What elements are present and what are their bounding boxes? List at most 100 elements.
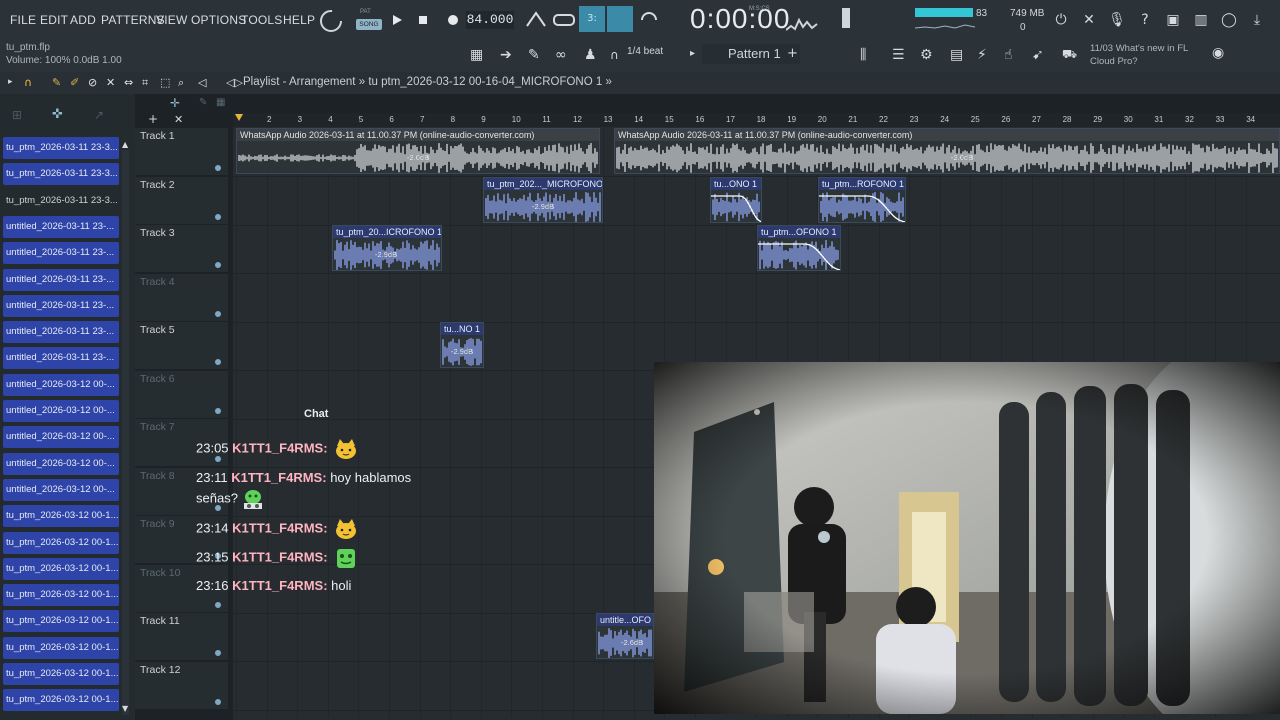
track-mute-dot[interactable] [215, 165, 221, 171]
brush-tool-icon[interactable]: ✐ [70, 76, 79, 89]
browser-item[interactable]: tu_ptm_2026-03-11 23-3... [3, 190, 119, 212]
magnet-snap-icon[interactable]: ∩ [24, 76, 32, 89]
mute-tool-icon[interactable]: ✕ [106, 76, 115, 89]
touch-icon[interactable]: ☝ [1004, 47, 1013, 63]
audio-clip[interactable]: WhatsApp Audio 2026-03-11 at 11.00.37 PM… [614, 128, 1280, 174]
track-header[interactable]: Track 3 [135, 225, 228, 273]
menu-file[interactable]: FILE [10, 13, 36, 27]
chat-bubble-icon[interactable]: ◯ [1220, 11, 1238, 29]
browser-item[interactable]: untitled_2026-03-12 00-... [3, 373, 119, 396]
browser-item[interactable]: untitled_2026-03-11 23-... [3, 242, 119, 265]
loop-record-icon[interactable] [639, 12, 659, 28]
play-icon[interactable] [391, 14, 403, 26]
browser-item[interactable]: untitled_2026-03-11 23-... [3, 268, 119, 291]
track-mute-dot[interactable] [215, 407, 221, 414]
mixer-icon[interactable]: ⫼ [860, 47, 866, 63]
browser-item[interactable]: tu_ptm_2026-03-11 23-3... [3, 137, 119, 159]
wait-input-icon[interactable] [553, 12, 575, 28]
browser-item[interactable]: untitled_2026-03-11 23-... [3, 321, 119, 344]
track-mute-dot[interactable] [215, 698, 221, 705]
plugin-icon[interactable]: ▥ [1192, 11, 1210, 29]
plugin-picker-icon[interactable]: ⚙ [920, 47, 933, 63]
browser-scrollbar[interactable] [122, 150, 129, 715]
browser-item[interactable]: tu_ptm_2026-03-12 00-1... [3, 636, 119, 659]
track-header[interactable]: Track 4 [135, 273, 228, 322]
browser-item[interactable]: tu_ptm_2026-03-12 00-1... [3, 610, 119, 633]
browser-item[interactable]: tu_ptm_2026-03-12 00-1... [3, 531, 119, 554]
track-mute-dot[interactable] [215, 310, 221, 317]
select-tool-icon[interactable]: ⬚ [160, 76, 170, 89]
stop-icon[interactable] [418, 15, 428, 25]
menu-options[interactable]: OPTIONS [191, 13, 246, 27]
step-edit-icon[interactable] [607, 6, 633, 32]
track-mute-dot[interactable] [215, 213, 221, 220]
browser-item[interactable]: untitled_2026-03-12 00-... [3, 426, 119, 449]
zoom-tool-icon[interactable]: ⌕ [178, 76, 184, 90]
pencil-tool-icon[interactable]: ✎ [52, 76, 61, 89]
breadcrumb-clip[interactable]: ptm_2026-03-12 00-16-04_MICROFONO 1 [381, 76, 602, 88]
browser-item[interactable]: untitled_2026-03-11 23-... [3, 294, 119, 317]
track-header[interactable]: Track 6 [135, 370, 228, 419]
scroll-down-icon[interactable]: ▼ [122, 704, 128, 713]
pattern-selector[interactable]: Pattern 1 [702, 44, 800, 64]
playlist-arrows-icon[interactable]: ◁▷ [226, 76, 243, 89]
arrow-right-icon[interactable]: ➔ [500, 47, 512, 63]
add-pattern-icon[interactable]: + [787, 46, 798, 61]
browser-item[interactable]: tu_ptm_2026-03-11 23-3... [3, 163, 119, 186]
audio-clip[interactable]: tu_ptm_20...ICROFONO 1 -2.9dB [332, 225, 442, 271]
menu-edit[interactable]: EDIT [40, 13, 68, 27]
globe-icon[interactable]: ◉ [1212, 45, 1224, 61]
slice-tool-icon[interactable]: ⌗ [142, 76, 148, 90]
audio-clip[interactable]: WhatsApp Audio 2026-03-11 at 11.00.37 PM… [236, 128, 600, 174]
slip-tool-icon[interactable]: ⇔ [124, 76, 133, 89]
scroll-up-icon[interactable]: ▲ [122, 140, 128, 149]
link-browser-icon[interactable]: ↗ [94, 108, 104, 122]
close-icon[interactable]: ✕ [174, 113, 183, 126]
breadcrumb-project[interactable]: tu [368, 76, 378, 88]
track-header[interactable]: Track 5 [135, 322, 228, 370]
grid-mini-icon[interactable]: ▦ [216, 97, 225, 108]
playhead-marker-icon[interactable] [234, 113, 244, 123]
menu-view[interactable]: VIEW [156, 13, 187, 27]
pencil-icon[interactable]: ✎ [528, 47, 540, 63]
cursor-icon[interactable]: ➹ [1032, 47, 1044, 63]
refresh-icon[interactable] [318, 8, 344, 34]
menu-tools[interactable]: TOOLS [241, 13, 282, 27]
save-icon[interactable]: ▣ [1164, 11, 1182, 29]
help-icon[interactable]: ? [1136, 11, 1154, 29]
track-header[interactable]: Track 11 [135, 613, 228, 661]
stamp-icon[interactable]: ♟ [584, 47, 597, 63]
browser-item[interactable]: untitled_2026-03-12 00-... [3, 478, 119, 501]
audio-clip[interactable]: tu...ONO 1 [710, 177, 762, 223]
microphone-icon[interactable]: 🎙 [1108, 11, 1126, 29]
browser-icon[interactable]: ▤ [950, 47, 963, 63]
menu-help[interactable]: HELP [283, 13, 315, 27]
waveform-view-icon[interactable]: ✜ [52, 107, 63, 122]
tools-icon[interactable]: ✕ [1080, 11, 1098, 29]
plug-icon[interactable]: ⚡ [977, 47, 987, 63]
browser-item[interactable]: tu_ptm_2026-03-12 00-1... [3, 689, 119, 712]
browser-item[interactable]: untitled_2026-03-11 23-... [3, 347, 119, 370]
browser-item[interactable]: tu_ptm_2026-03-12 00-1... [3, 663, 119, 685]
track-header[interactable]: Track 2 [135, 176, 228, 225]
metronome-icon[interactable] [525, 10, 547, 28]
browser-item[interactable]: untitled_2026-03-11 23-... [3, 215, 119, 238]
pattern-prev-icon[interactable]: ▸ [690, 48, 695, 59]
menu-add[interactable]: ADD [70, 13, 96, 27]
browser-arrow-icon[interactable]: ▸ [8, 77, 13, 87]
countdown-icon[interactable]: 3: [579, 6, 605, 32]
cart-icon[interactable]: ⛟ [1062, 47, 1077, 63]
audio-clip[interactable]: tu_ptm...ROFONO 1 [818, 177, 906, 223]
pen-mini-icon[interactable]: ✎ [199, 97, 207, 108]
track-header[interactable]: Track 12 [135, 661, 228, 710]
playback-tool-icon[interactable]: ◁ [198, 76, 206, 89]
track-mute-dot[interactable] [215, 262, 221, 268]
audio-clip[interactable]: untitle...OFO -2.6dB [596, 613, 654, 659]
audio-clip[interactable]: tu...NO 1 -2.9dB [440, 322, 484, 368]
snap-icon[interactable]: ✛ [170, 96, 180, 110]
delete-tool-icon[interactable]: ⊘ [88, 76, 97, 89]
browser-item[interactable]: untitled_2026-03-12 00-... [3, 452, 119, 475]
audio-clip[interactable]: tu_ptm_202..._MICROFONO 1 -2.9dB [483, 177, 603, 223]
track-mute-dot[interactable] [215, 601, 221, 608]
track-mute-dot[interactable] [215, 650, 221, 656]
